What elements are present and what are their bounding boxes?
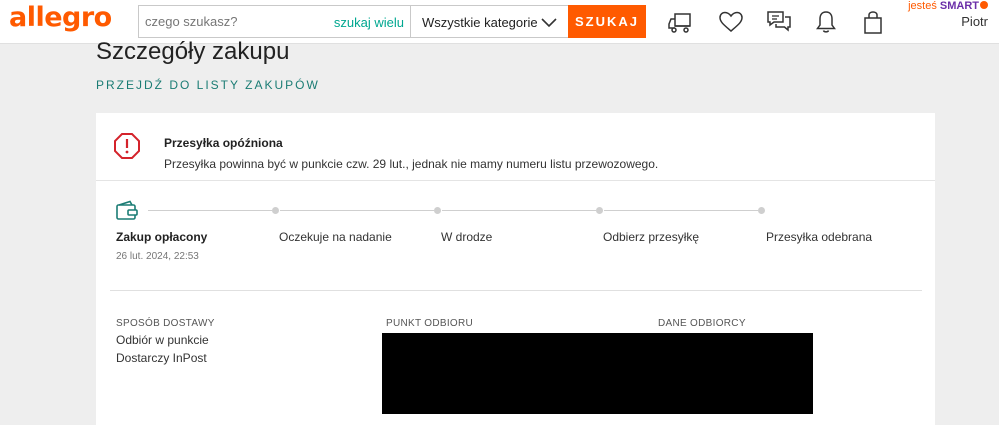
user-menu[interactable]: jesteś SMART Piotr — [908, 0, 988, 29]
delivery-truck-icon[interactable] — [668, 9, 694, 35]
step-label-collect-parcel: Odbierz przesyłkę — [603, 230, 700, 244]
progress-dot — [434, 207, 441, 214]
search-multiple-link[interactable]: szukaj wielu — [334, 15, 404, 30]
page-title: Szczegóły zakupu — [96, 38, 290, 65]
search-button[interactable]: SZUKAJ — [568, 5, 646, 38]
progress-line — [148, 210, 272, 211]
category-select-label: Wszystkie kategorie — [422, 15, 538, 30]
delivery-method-heading: SPOSÓB DOSTAWY — [116, 318, 215, 329]
step-label-in-transit: W drodze — [441, 230, 493, 244]
delivery-method-carrier: Dostarczy InPost — [116, 351, 207, 365]
progress-line — [280, 210, 434, 211]
divider — [96, 180, 935, 181]
heart-icon[interactable] — [718, 9, 744, 35]
progress-dot — [758, 207, 765, 214]
search-input[interactable] — [145, 14, 335, 29]
alert-octagon-icon — [114, 133, 140, 159]
step-date-paid: 26 lut. 2024, 22:53 — [116, 251, 199, 262]
search-box: szukaj wielu — [138, 5, 411, 38]
chevron-down-icon — [541, 18, 557, 28]
shopping-bag-icon[interactable] — [860, 9, 886, 35]
pickup-point-heading: PUNKT ODBIORU — [386, 318, 474, 329]
progress-line — [604, 210, 758, 211]
progress-dot — [272, 207, 279, 214]
alert-title: Przesyłka opóźniona — [164, 136, 283, 150]
redacted-block — [382, 333, 813, 414]
allegro-logo[interactable]: allegro — [9, 2, 112, 33]
delivery-method-line: Odbiór w punkcie — [116, 333, 209, 347]
back-to-purchases-link[interactable]: PRZEJDŹ DO LISTY ZAKUPÓW — [96, 78, 320, 92]
step-label-awaiting-dispatch: Oczekuje na nadanie — [279, 230, 392, 244]
user-name: Piotr — [961, 14, 988, 29]
smart-badge: jesteś SMART — [908, 0, 988, 12]
step-label-paid: Zakup opłacony — [116, 230, 208, 244]
order-details-card: Przesyłka opóźniona Przesyłka powinna by… — [96, 113, 935, 425]
progress-line — [442, 210, 596, 211]
smart-dot-icon — [980, 1, 988, 9]
alert-message: Przesyłka powinna być w punkcie czw. 29 … — [164, 157, 659, 171]
step-label-parcel-collected: Przesyłka odebrana — [766, 230, 873, 244]
wallet-icon — [116, 200, 138, 220]
messages-icon[interactable] — [766, 9, 792, 35]
recipient-heading: DANE ODBIORCY — [658, 318, 746, 329]
progress-dot — [596, 207, 603, 214]
bell-icon[interactable] — [813, 9, 839, 35]
category-select[interactable]: Wszystkie kategorie — [411, 5, 569, 38]
divider — [110, 290, 922, 291]
